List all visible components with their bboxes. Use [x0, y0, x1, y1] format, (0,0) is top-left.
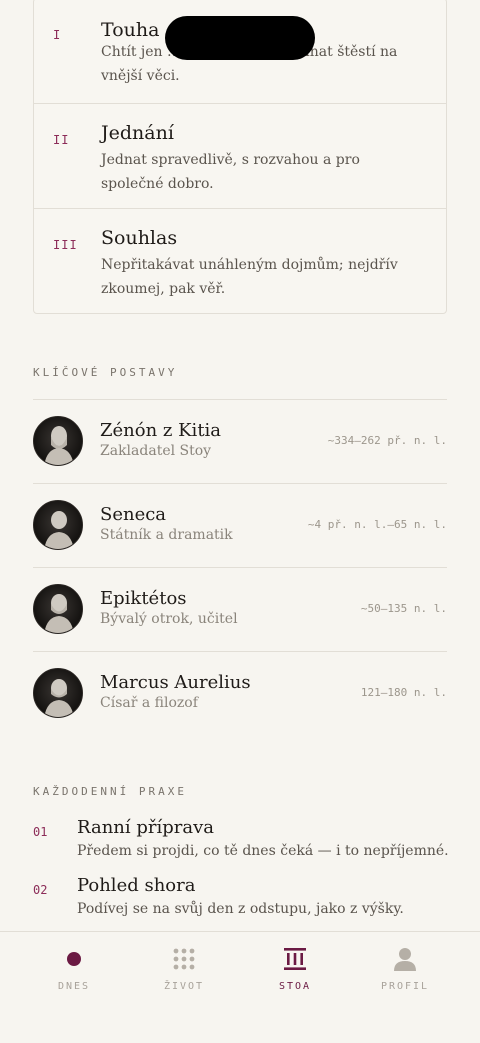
practice-description: Předem si projdi, co tě dnes čeká — i to… [77, 843, 449, 859]
discipline-description: Jednat spravedlivě, s rozvahou a pro spo… [101, 152, 360, 192]
discipline-numeral: I [53, 28, 62, 42]
tab-label: DNES [57, 981, 91, 992]
discipline-title: Souhlas [101, 227, 178, 249]
figure-role: Zakladatel Stoy [100, 443, 212, 459]
tab-label: PROFIL [380, 981, 430, 992]
figure-dates: 121–180 n. l. [360, 686, 447, 699]
figure-dates: ~334–262 př. n. l. [327, 434, 447, 447]
figure-name: Epiktétos [100, 588, 187, 609]
practice-number: 01 [33, 825, 48, 839]
discipline-item[interactable]: III Souhlas Nepřitakávat unáhleným dojmů… [34, 209, 446, 313]
tab-label: STOA [278, 981, 312, 992]
discipline-description: Nepřitakávat unáhleným dojmům; nejdřív z… [101, 257, 398, 297]
figure-item[interactable]: Seneca Státník a dramatik ~4 př. n. l.–6… [33, 484, 447, 568]
practice-description: Podívej se na svůj den z odstupu, jako z… [77, 901, 404, 917]
figure-role: Bývalý otrok, učitel [100, 611, 238, 627]
discipline-title: Jednání [101, 122, 174, 144]
tab-label: ŽIVOT [163, 981, 205, 992]
figure-role: Státník a dramatik [100, 527, 233, 543]
columns-icon [284, 948, 306, 970]
tab-stoa[interactable]: STOA [240, 932, 350, 1012]
bust-avatar [33, 584, 83, 634]
status-bar-redaction [165, 16, 315, 60]
figure-name: Marcus Aurelius [100, 672, 251, 693]
figure-item[interactable]: Epiktétos Bývalý otrok, učitel ~50–135 n… [33, 568, 447, 652]
figure-dates: ~4 př. n. l.–65 n. l. [307, 518, 447, 531]
tab-dnes[interactable]: DNES [19, 932, 129, 1012]
dot-icon [67, 952, 81, 966]
grid-icon [173, 948, 195, 970]
figure-item[interactable]: Zénón z Kitia Zakladatel Stoy ~334–262 p… [33, 400, 447, 484]
tab-profil[interactable]: PROFIL [350, 932, 460, 1012]
person-icon [394, 948, 416, 971]
practice-title: Pohled shora [77, 875, 196, 896]
practice-number: 02 [33, 883, 48, 897]
discipline-numeral: II [53, 133, 70, 147]
figure-item[interactable]: Marcus Aurelius Císař a filozof 121–180 … [33, 652, 447, 736]
figure-role: Císař a filozof [100, 695, 198, 711]
tab-zivot[interactable]: ŽIVOT [129, 932, 239, 1012]
discipline-numeral: III [53, 238, 78, 252]
bust-avatar [33, 668, 83, 718]
bust-avatar [33, 416, 83, 466]
figure-name: Zénón z Kitia [100, 420, 222, 441]
figure-name: Seneca [100, 504, 167, 525]
figure-dates: ~50–135 n. l. [360, 602, 447, 615]
practice-section-label: KAŽDODENNÍ PRAXE [33, 785, 187, 798]
practice-title: Ranní příprava [77, 817, 215, 838]
bottom-tab-bar: DNES ŽIVOT STOA PROFIL [0, 931, 480, 1043]
bust-avatar [33, 500, 83, 550]
discipline-title: Touha [101, 19, 160, 41]
discipline-item[interactable]: II Jednání Jednat spravedlivě, s rozvaho… [34, 104, 446, 209]
figures-list: Zénón z Kitia Zakladatel Stoy ~334–262 p… [33, 399, 447, 736]
figures-section-label: KLÍČOVÉ POSTAVY [33, 366, 178, 379]
